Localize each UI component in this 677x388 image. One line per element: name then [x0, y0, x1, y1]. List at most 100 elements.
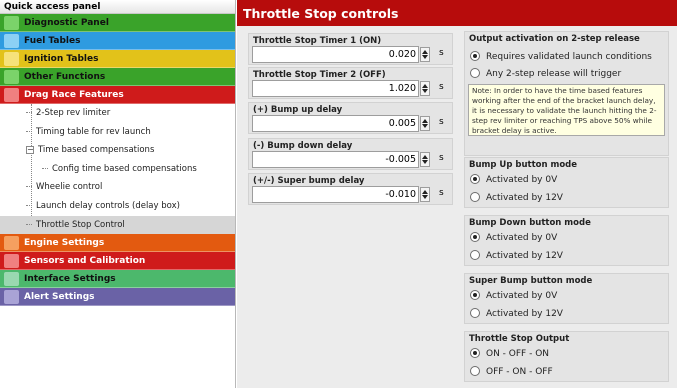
bump-down-option-12v[interactable]: Activated by 12V	[470, 249, 563, 263]
category-label: Interface Settings	[24, 274, 116, 285]
option-label: Activated by 0V	[486, 291, 558, 301]
arrow-down-icon[interactable]	[422, 124, 428, 128]
group-title: Super Bump button mode	[469, 276, 593, 286]
timer-2-spinner[interactable]	[420, 81, 430, 96]
category-label: Diagnostic Panel	[24, 18, 109, 28]
field-value: 0.020	[388, 49, 416, 60]
radio-unselected-icon[interactable]	[470, 365, 480, 376]
super-bump-delay-spinner[interactable]	[420, 187, 430, 202]
field-label: (+/-) Super bump delay	[253, 176, 365, 186]
option-label: Activated by 12V	[486, 251, 563, 261]
super-bump-option-0v[interactable]: Activated by 0V	[470, 289, 557, 303]
field-value: -0.005	[385, 154, 416, 165]
bump-down-delay-spinner[interactable]	[420, 152, 430, 167]
output-option-off-on-off[interactable]: OFF - ON - OFF	[470, 365, 553, 379]
flag-icon	[4, 88, 19, 102]
unit-label: s	[439, 153, 444, 163]
collapse-icon[interactable]: −	[26, 145, 34, 154]
unit-label: s	[439, 188, 444, 198]
category-diagnostic-panel[interactable]: Diagnostic Panel	[0, 14, 235, 32]
wrench-icon	[4, 16, 19, 30]
radio-selected-icon[interactable]	[470, 173, 480, 184]
bump-down-delay-input[interactable]: -0.005	[252, 151, 419, 168]
timer-1-input[interactable]: 0.020	[252, 46, 419, 63]
unit-label: s	[439, 48, 444, 58]
panel-title: Quick access panel	[0, 0, 235, 14]
super-bump-option-12v[interactable]: Activated by 12V	[470, 307, 563, 321]
tree-item-timing-table[interactable]: Timing table for rev launch	[0, 123, 235, 142]
output-option-on-off-on[interactable]: ON - OFF - ON	[470, 347, 549, 361]
tree-item-label: Time based compensations	[38, 145, 155, 156]
tree-item-time-based-compensations[interactable]: − Time based compensations	[0, 141, 235, 160]
radio-selected-icon[interactable]	[470, 231, 480, 242]
group-title: Bump Up button mode	[469, 160, 578, 170]
info-note: Note: In order to have the time based fe…	[468, 84, 665, 136]
tree-item-throttle-stop-control[interactable]: Throttle Stop Control	[0, 215, 235, 235]
tree-item-config-time-based[interactable]: Config time based compensations	[0, 160, 235, 179]
timer-2-input[interactable]: 1.020	[252, 80, 419, 97]
category-label: Ignition Tables	[24, 54, 99, 64]
gear-icon	[4, 70, 19, 84]
bump-up-delay-spinner[interactable]	[420, 116, 430, 131]
arrow-down-icon[interactable]	[422, 55, 428, 59]
arrow-up-icon[interactable]	[422, 119, 428, 123]
radio-unselected-icon[interactable]	[470, 307, 480, 318]
bump-up-option-12v[interactable]: Activated by 12V	[470, 191, 563, 205]
category-engine-settings[interactable]: Engine Settings	[0, 234, 235, 253]
option-label: Any 2-step release will trigger	[486, 69, 622, 79]
radio-selected-icon[interactable]	[470, 347, 480, 358]
group-title: Output activation on 2-step release	[469, 34, 640, 44]
option-label: ON - OFF - ON	[486, 349, 550, 359]
arrow-up-icon[interactable]	[422, 50, 428, 54]
arrow-up-icon[interactable]	[422, 155, 428, 159]
category-other-functions[interactable]: Other Functions	[0, 68, 235, 86]
tree-item-wheelie-control[interactable]: Wheelie control	[0, 178, 235, 197]
fuel-icon	[4, 34, 19, 48]
option-any-2-step-release[interactable]: Any 2-step release will trigger	[470, 67, 621, 81]
sensor-icon	[4, 254, 19, 269]
category-label: Fuel Tables	[24, 36, 81, 46]
tree-item-label: Launch delay controls (delay box)	[36, 200, 180, 211]
category-interface-settings[interactable]: Interface Settings	[0, 270, 235, 289]
category-fuel-tables[interactable]: Fuel Tables	[0, 32, 235, 50]
radio-unselected-icon[interactable]	[470, 249, 480, 260]
category-label: Drag Race Features	[24, 90, 124, 100]
option-label: Activated by 12V	[486, 193, 563, 203]
option-label: OFF - ON - OFF	[486, 367, 553, 377]
category-drag-race-features[interactable]: Drag Race Features	[0, 86, 235, 104]
arrow-down-icon[interactable]	[422, 195, 428, 199]
tree-item-label: Throttle Stop Control	[36, 219, 125, 230]
option-requires-validated-launch[interactable]: Requires validated launch conditions	[470, 50, 652, 64]
category-alert-settings[interactable]: Alert Settings	[0, 288, 235, 307]
field-group-bump-down-delay: (-) Bump down delay -0.005 s	[248, 138, 453, 170]
field-label: Throttle Stop Timer 1 (ON)	[253, 36, 382, 46]
page-title: Throttle Stop controls	[237, 0, 677, 26]
bump-up-delay-input[interactable]: 0.005	[252, 115, 419, 132]
tree-item-2-step-rev-limiter[interactable]: 2-Step rev limiter	[0, 104, 235, 123]
arrow-up-icon[interactable]	[422, 84, 428, 88]
arrow-up-icon[interactable]	[422, 190, 428, 194]
category-ignition-tables[interactable]: Ignition Tables	[0, 50, 235, 68]
tree-item-launch-delay-controls[interactable]: Launch delay controls (delay box)	[0, 197, 235, 216]
bump-down-option-0v[interactable]: Activated by 0V	[470, 231, 557, 245]
option-label: Activated by 0V	[486, 175, 558, 185]
timer-1-spinner[interactable]	[420, 47, 430, 62]
category-sensors-and-calibration[interactable]: Sensors and Calibration	[0, 252, 235, 271]
radio-unselected-icon[interactable]	[470, 67, 480, 78]
super-bump-mode-group: Super Bump button mode Activated by 0V A…	[464, 273, 669, 324]
unit-label: s	[439, 117, 444, 127]
bump-up-option-0v[interactable]: Activated by 0V	[470, 173, 557, 187]
group-title: Throttle Stop Output	[469, 334, 570, 344]
arrow-down-icon[interactable]	[422, 89, 428, 93]
unit-label: s	[439, 82, 444, 92]
tree-item-label: Timing table for rev launch	[36, 126, 151, 137]
radio-unselected-icon[interactable]	[470, 191, 480, 202]
drag-race-tree: 2-Step rev limiter Timing table for rev …	[0, 104, 235, 235]
bump-up-mode-group: Bump Up button mode Activated by 0V Acti…	[464, 157, 669, 208]
radio-selected-icon[interactable]	[470, 50, 480, 61]
field-group-timer-1: Throttle Stop Timer 1 (ON) 0.020 s	[248, 33, 453, 65]
radio-selected-icon[interactable]	[470, 289, 480, 300]
super-bump-delay-input[interactable]: -0.010	[252, 186, 419, 203]
spark-icon	[4, 52, 19, 66]
arrow-down-icon[interactable]	[422, 160, 428, 164]
